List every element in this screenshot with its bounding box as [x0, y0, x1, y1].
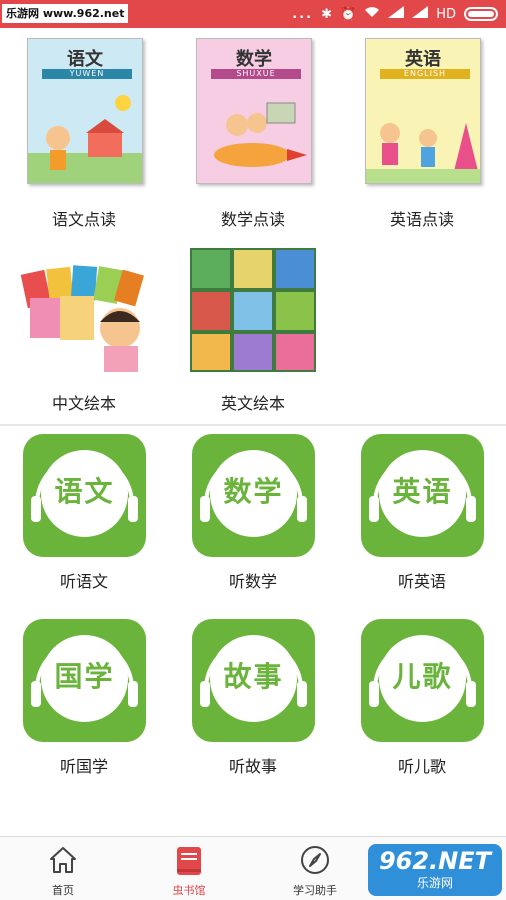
- audio-tile-yuwen[interactable]: 语文 听语文: [0, 426, 168, 611]
- book-label: 英文绘本: [220, 394, 285, 413]
- book-tile-shuxue[interactable]: 数学 SHUXUE 数学点读: [169, 28, 337, 238]
- site-watermark-logo: 962.NET 乐游网: [368, 844, 502, 896]
- english-picture-books-image: [190, 248, 316, 372]
- headphone-gushi-icon: 故事: [192, 619, 315, 742]
- book-label: 中文绘本: [51, 394, 116, 413]
- textbook-grid: 语文 YUWEN 语文点读 数学 SHUXUE 数学点读 英语 ENGLISH …: [0, 28, 506, 425]
- headphone-erge-icon: 儿歌: [361, 619, 484, 742]
- nav-label: 学习助手: [293, 884, 337, 897]
- nav-label: 虫书馆: [172, 884, 206, 897]
- notification-dots: ...: [292, 6, 314, 22]
- audio-tile-guoxue[interactable]: 国学 听国学: [0, 611, 168, 796]
- nav-bookhall[interactable]: 虫书馆: [126, 837, 252, 900]
- home-icon: [50, 847, 76, 873]
- cover-title: 英语: [405, 49, 441, 70]
- headphone-guoxue-icon: 国学: [23, 619, 146, 742]
- book-label: 数学点读: [220, 210, 285, 229]
- shuxue-illustration: [214, 102, 307, 167]
- audio-tile-shuxue[interactable]: 数学 听数学: [169, 426, 337, 611]
- alarm-icon: ⏰: [340, 6, 357, 22]
- audio-label: 听英语: [397, 572, 446, 591]
- book-tile-yingyu[interactable]: 英语 ENGLISH 英语点读: [338, 28, 506, 238]
- cover-subtitle: SHUXUE: [211, 69, 301, 79]
- audio-label: 听语文: [59, 572, 108, 591]
- audio-label: 听国学: [59, 757, 108, 776]
- yuwen-cover: 语文 YUWEN: [27, 38, 143, 184]
- status-bar: 乐游网 www.962.net ... ✱ ⏰ HD: [0, 0, 506, 28]
- audio-tile-gushi[interactable]: 故事 听故事: [169, 611, 337, 796]
- bluetooth-icon: ✱: [321, 6, 333, 22]
- audio-chars: 儿歌: [392, 660, 453, 693]
- audio-chars: 语文: [54, 475, 115, 508]
- cover-title: 数学: [236, 49, 272, 70]
- nav-label: 首页: [52, 884, 74, 897]
- wifi-icon: [364, 6, 380, 22]
- battery-icon: [464, 7, 498, 21]
- headphone-yingyu-icon: 英语: [361, 434, 484, 557]
- book-tile-english-picture[interactable]: 英文绘本: [169, 238, 337, 428]
- compass-icon: [301, 846, 329, 874]
- network-type: HD: [436, 6, 456, 22]
- book-icon: [177, 847, 201, 875]
- audio-chars: 国学: [54, 660, 115, 693]
- book-label: 语文点读: [51, 210, 116, 229]
- book-tile-chinese-picture[interactable]: 中文绘本: [0, 238, 168, 428]
- chinese-picture-books-image: [20, 248, 146, 372]
- audio-label: 听儿歌: [397, 757, 446, 776]
- book-label: 英语点读: [389, 210, 454, 229]
- cover-title: 语文: [67, 49, 103, 70]
- yingyu-cover: 英语 ENGLISH: [365, 38, 481, 184]
- signal-icon: [388, 6, 405, 22]
- audio-chars: 故事: [223, 660, 284, 693]
- audio-label: 听故事: [228, 757, 277, 776]
- book-tile-yuwen[interactable]: 语文 YUWEN 语文点读: [0, 28, 168, 238]
- site-watermark: 乐游网 www.962.net: [2, 4, 129, 23]
- cover-subtitle: YUWEN: [42, 69, 132, 79]
- watermark-number: 962.NET: [378, 847, 492, 875]
- audio-grid: 语文 听语文 数学 听数学 英语 听英语 国学 听国学 故事 听故事 儿歌 听儿…: [0, 426, 506, 836]
- audio-chars: 数学: [223, 475, 284, 508]
- cover-subtitle: ENGLISH: [380, 69, 470, 79]
- nav-home[interactable]: 首页: [0, 837, 126, 900]
- audio-label: 听数学: [228, 572, 277, 591]
- headphone-shuxue-icon: 数学: [192, 434, 315, 557]
- audio-tile-erge[interactable]: 儿歌 听儿歌: [338, 611, 506, 796]
- signal-icon-2: [412, 6, 429, 22]
- yuwen-illustration: [28, 95, 142, 183]
- yingyu-illustration: [366, 123, 480, 183]
- headphone-yuwen-icon: 语文: [23, 434, 146, 557]
- audio-tile-yingyu[interactable]: 英语 听英语: [338, 426, 506, 611]
- watermark-text: 乐游网: [416, 876, 453, 890]
- audio-chars: 英语: [392, 475, 453, 508]
- shuxue-cover: 数学 SHUXUE: [196, 38, 312, 184]
- status-icons: ... ✱ ⏰ HD: [292, 0, 498, 28]
- nav-study-helper[interactable]: 学习助手: [252, 837, 378, 900]
